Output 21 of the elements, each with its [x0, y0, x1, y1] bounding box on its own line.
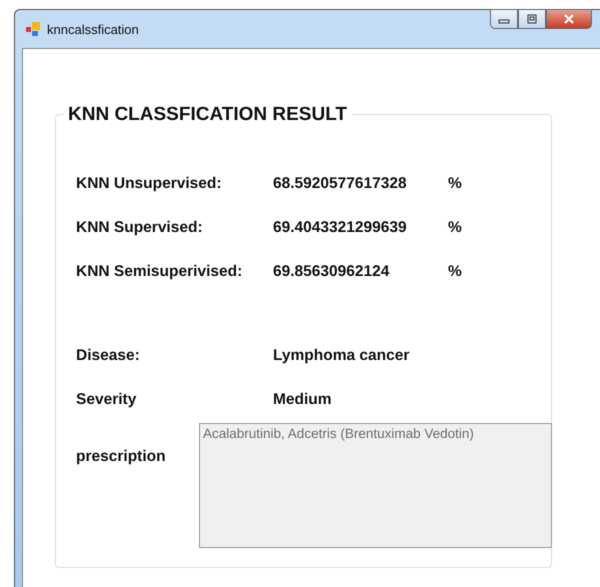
result-value: 68.5920577617328 — [273, 175, 408, 193]
detail-label: Severity — [76, 391, 138, 409]
unit-label: % — [448, 175, 463, 193]
prescription-label: prescription — [76, 448, 167, 467]
result-label: KNN Unsupervised: — [76, 175, 223, 193]
result-label: KNN Supervised: — [76, 219, 204, 237]
unit-label: % — [448, 263, 463, 281]
detail-value: Medium — [273, 391, 333, 409]
detail-value: Lymphoma cancer — [273, 347, 410, 365]
detail-label: Disease: — [76, 347, 141, 365]
maximize-icon — [526, 14, 538, 24]
close-button[interactable] — [546, 9, 592, 29]
window-title: knncalssfication — [47, 22, 139, 36]
close-icon — [563, 14, 575, 24]
result-value: 69.4043321299639 — [273, 219, 408, 237]
minimize-button[interactable] — [490, 9, 518, 29]
unit-label: % — [448, 219, 463, 237]
result-label: KNN Semisuperivised: — [76, 263, 244, 281]
result-value: 69.85630962124 — [273, 263, 390, 281]
maximize-button[interactable] — [518, 9, 546, 29]
app-icon — [25, 21, 41, 37]
